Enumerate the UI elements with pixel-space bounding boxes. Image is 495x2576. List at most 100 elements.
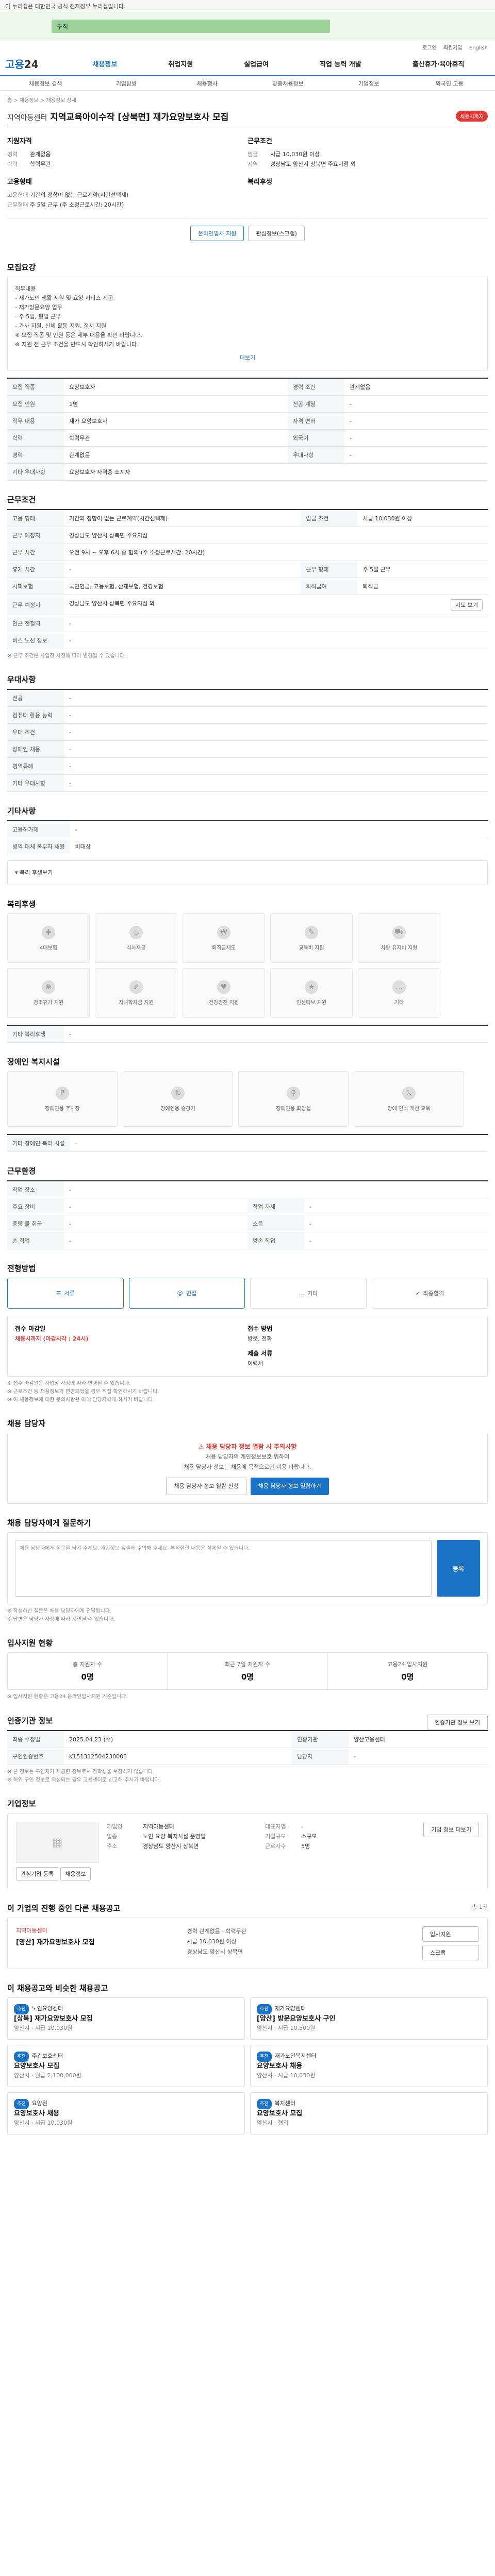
disabled-cards: P 장애인용 주차장 ⇅ 장애인용 승강기 ⚲ 장애인용 화장실 ♿ 장애 인식 개선 … [7, 1071, 488, 1127]
table-cell: 경상남도 양산시 상북면 주요지점 외 지도 보기 [64, 595, 488, 615]
kv-value: 지역아동센터 [143, 1823, 174, 1830]
table-cell: - [64, 1181, 488, 1198]
company-more-button[interactable]: 기업 정보 더보기 [423, 1822, 479, 1837]
table-row: 중량 물 취급 - 소음 - [7, 1215, 488, 1232]
site-logo[interactable]: 고용24 [5, 56, 67, 71]
nav-item-support[interactable]: 취업지원 [168, 59, 193, 69]
util-links: 로그인 회원가입 English [0, 41, 495, 52]
rec-meta: 양산시 · 월급 2,100,000원 [14, 2072, 81, 2079]
table-cell: - [64, 1232, 248, 1249]
kv-key: 근로자수 [265, 1843, 286, 1850]
table-cell: 국민연금, 고용보험, 산재보험, 건강보험 [64, 578, 301, 595]
section-title: 전형방법 [7, 1264, 36, 1273]
follow-company-button[interactable]: 관심기업 등록 [16, 1867, 59, 1880]
kv-key: 대표자명 [265, 1823, 286, 1830]
card-label: 자녀학자금 지원 [119, 999, 154, 1006]
subnav-item[interactable]: 외국인 고용 [409, 79, 490, 88]
meta-line: 경상남도 양산시 상북면 [187, 1948, 243, 1955]
ongoing-buttons: 입사지원 스크랩 [422, 1926, 479, 1960]
welfare-card: ♨ 식사제공 [95, 913, 177, 963]
contact-view-button[interactable]: 채용 담당자 정보 열람하기 [250, 1478, 329, 1495]
school-icon: ✐ [129, 980, 143, 994]
welfare-card: ♥ 건강검진 지원 [183, 968, 265, 1018]
table-header: 근무 예정지 [7, 595, 64, 615]
pref-table: 전공 - 컴퓨터 활용 능력 - 우대 조건 - 장애인 채용 - 병역특례 - 기타 우… [7, 689, 488, 792]
subnav-item[interactable]: 채용정보 검색 [5, 79, 86, 88]
meal-icon: ♨ [129, 925, 143, 939]
subnav-item[interactable]: 기업정보 [328, 79, 409, 88]
deadline-value: 채용시까지 (마감시각 : 24시) [15, 1335, 89, 1342]
question-input[interactable]: 채용 담당자에게 질문을 남겨 주세요. 개인정보 유출에 주의해 주세요. 부… [15, 1540, 432, 1597]
table-row: 버스 노선 정보 - [7, 632, 488, 649]
rec-card[interactable]: 추천 재가요양센터 [양산] 방문요양보호사 구인 양산시 · 시급 10,500원 [250, 1997, 488, 2040]
note-line: ※ 본 정보는 구인자가 제공한 정보로서 정확성을 보장하지 않습니다. [7, 1769, 155, 1775]
job-description: 직무내용 - 재가노인 생활 지원 및 요양 서비스 제공 - 재가방문요양 업… [7, 277, 488, 370]
table-header: 병역 대체 복무자 채용 [7, 838, 70, 855]
logo-text-b: 24 [24, 58, 39, 71]
rec-tag: 추천 [257, 2052, 272, 2062]
subnav-item[interactable]: 기업탐방 [86, 79, 167, 88]
summary-kv: 학력 학력무관 [7, 159, 237, 169]
company-jobs-button[interactable]: 채용정보 [60, 1867, 91, 1880]
table-row: 전공 - [7, 689, 488, 707]
ongoing-apply-button[interactable]: 입사지원 [422, 1926, 479, 1942]
summary-kv: 경력 관계없음 [7, 149, 237, 159]
logo-text-a: 고용 [5, 58, 24, 71]
table-cell: K151312504230003 [64, 1748, 292, 1765]
summary-kv: 지역 경상남도 양산시 상북면 주요지점 외 [248, 159, 477, 169]
company-kv: 주소 경상남도 양산시 상북면 [107, 1841, 257, 1851]
english-link[interactable]: English [469, 45, 488, 51]
rec-card[interactable]: 추천 요양원 요양보호사 채용 양산시 · 시급 10,030원 [7, 2092, 245, 2134]
action-buttons: 온라인입사 지원 관심정보(스크랩) [7, 218, 488, 248]
table-header: 기타 장애인 복리 시설 [7, 1134, 70, 1152]
section-title: 기업정보 [7, 1799, 36, 1808]
rec-name: 요양보호사 채용 [14, 2110, 60, 2117]
alert-heading: ⚠ 채용 담당자 정보 열람 시 주의사항 [16, 1442, 479, 1452]
table-header: 기타 복리후생 [7, 1025, 64, 1043]
process-section: 전형방법 ☰ 서류 ☺ 면접 … 기타 ✓ 최종합격 접수 마감일 채용시까지 (마감시각… [7, 1263, 488, 1404]
subnav-item[interactable]: 맞춤채용정보 [248, 79, 328, 88]
environment-section: 근무환경 작업 장소 - 주요 장비 - 작업 자세 - 중량 물 취급 - 소음 - 손 작… [7, 1165, 488, 1249]
apply-button[interactable]: 온라인입사 지원 [190, 226, 244, 241]
incentive-icon: ★ [305, 980, 318, 994]
rec-card[interactable]: 추천 주간보호센터 요양보호사 모집 양산시 · 월급 2,100,000원 [7, 2045, 245, 2087]
building-icon: ▦ [52, 1836, 63, 1849]
table-header: 양손 작업 [248, 1232, 304, 1249]
scrap-button[interactable]: 관심정보(스크랩) [248, 226, 305, 241]
nav-item-jobs[interactable]: 채용정보 [93, 59, 118, 69]
nav-item-leave[interactable]: 출산휴가·육아휴직 [412, 59, 465, 69]
welfare-toggle[interactable]: ▾ 복리 후생보기 [7, 860, 488, 885]
rec-card[interactable]: 추천 복지센터 요양보호사 모집 양산시 · 협의 [250, 2092, 488, 2134]
subnav-item[interactable]: 채용행사 [167, 79, 248, 88]
breadcrumb: 홈 > 채용정보 > 채용정보 상세 [7, 98, 76, 104]
map-button[interactable]: 지도 보기 [451, 599, 483, 611]
table-header: 주요 장비 [7, 1198, 64, 1215]
gov-search-input[interactable]: 구직 [52, 20, 330, 33]
question-submit-button[interactable]: 등록 [437, 1540, 480, 1597]
section-title: 모집요강 [7, 263, 36, 272]
table-cell: - [70, 1134, 488, 1152]
rec-meta: 양산시 · 협의 [257, 2120, 289, 2126]
meta-notes: ※ 본 정보는 구인자가 제공한 정보로서 정확성을 보장하지 않습니다. ※ … [7, 1768, 488, 1785]
company-buttons: 관심기업 등록 채용정보 [16, 1867, 98, 1880]
ongoing-scrap-button[interactable]: 스크랩 [422, 1945, 479, 1960]
step-label: 최종합격 [423, 1290, 444, 1297]
table-header: 우대사항 [287, 446, 344, 464]
rec-name: [양산] 방문요양보호사 구인 [257, 2015, 336, 2023]
card-label: 퇴직금제도 [212, 945, 236, 951]
signup-link[interactable]: 회원가입 [443, 45, 463, 51]
login-link[interactable]: 로그인 [422, 45, 437, 51]
ongoing-name[interactable]: [양산] 재가요양보호사 모집 [16, 1937, 177, 1946]
table-row: 구인인증번호 K151312504230003 담당자 - [7, 1748, 488, 1765]
contact-request-button[interactable]: 채용 담당자 정보 열람 신청 [166, 1478, 246, 1495]
ongoing-card[interactable]: 지역아동센터 [양산] 재가요양보호사 모집 경력 관계없음 · 학력무관 시급… [7, 1918, 488, 1969]
more-link[interactable]: 더보기 [15, 353, 480, 363]
rec-card[interactable]: 추천 노인요양센터 [상북] 재가요양보호사 모집 양산시 · 시급 10,030원 [7, 1997, 245, 2040]
nav-item-training[interactable]: 직업 능력 개발 [320, 59, 361, 69]
welfare-card: ₩ 퇴직금제도 [183, 913, 265, 963]
table-cell: - [304, 1232, 488, 1249]
table-header: 외국어 [287, 429, 344, 447]
rec-card[interactable]: 추천 재가노인복지센터 요양보호사 채용 양산시 · 시급 10,030원 [250, 2045, 488, 2087]
nav-item-unemployment[interactable]: 실업급여 [244, 59, 269, 69]
meta-button[interactable]: 인증기관 정보 보기 [427, 1715, 488, 1730]
